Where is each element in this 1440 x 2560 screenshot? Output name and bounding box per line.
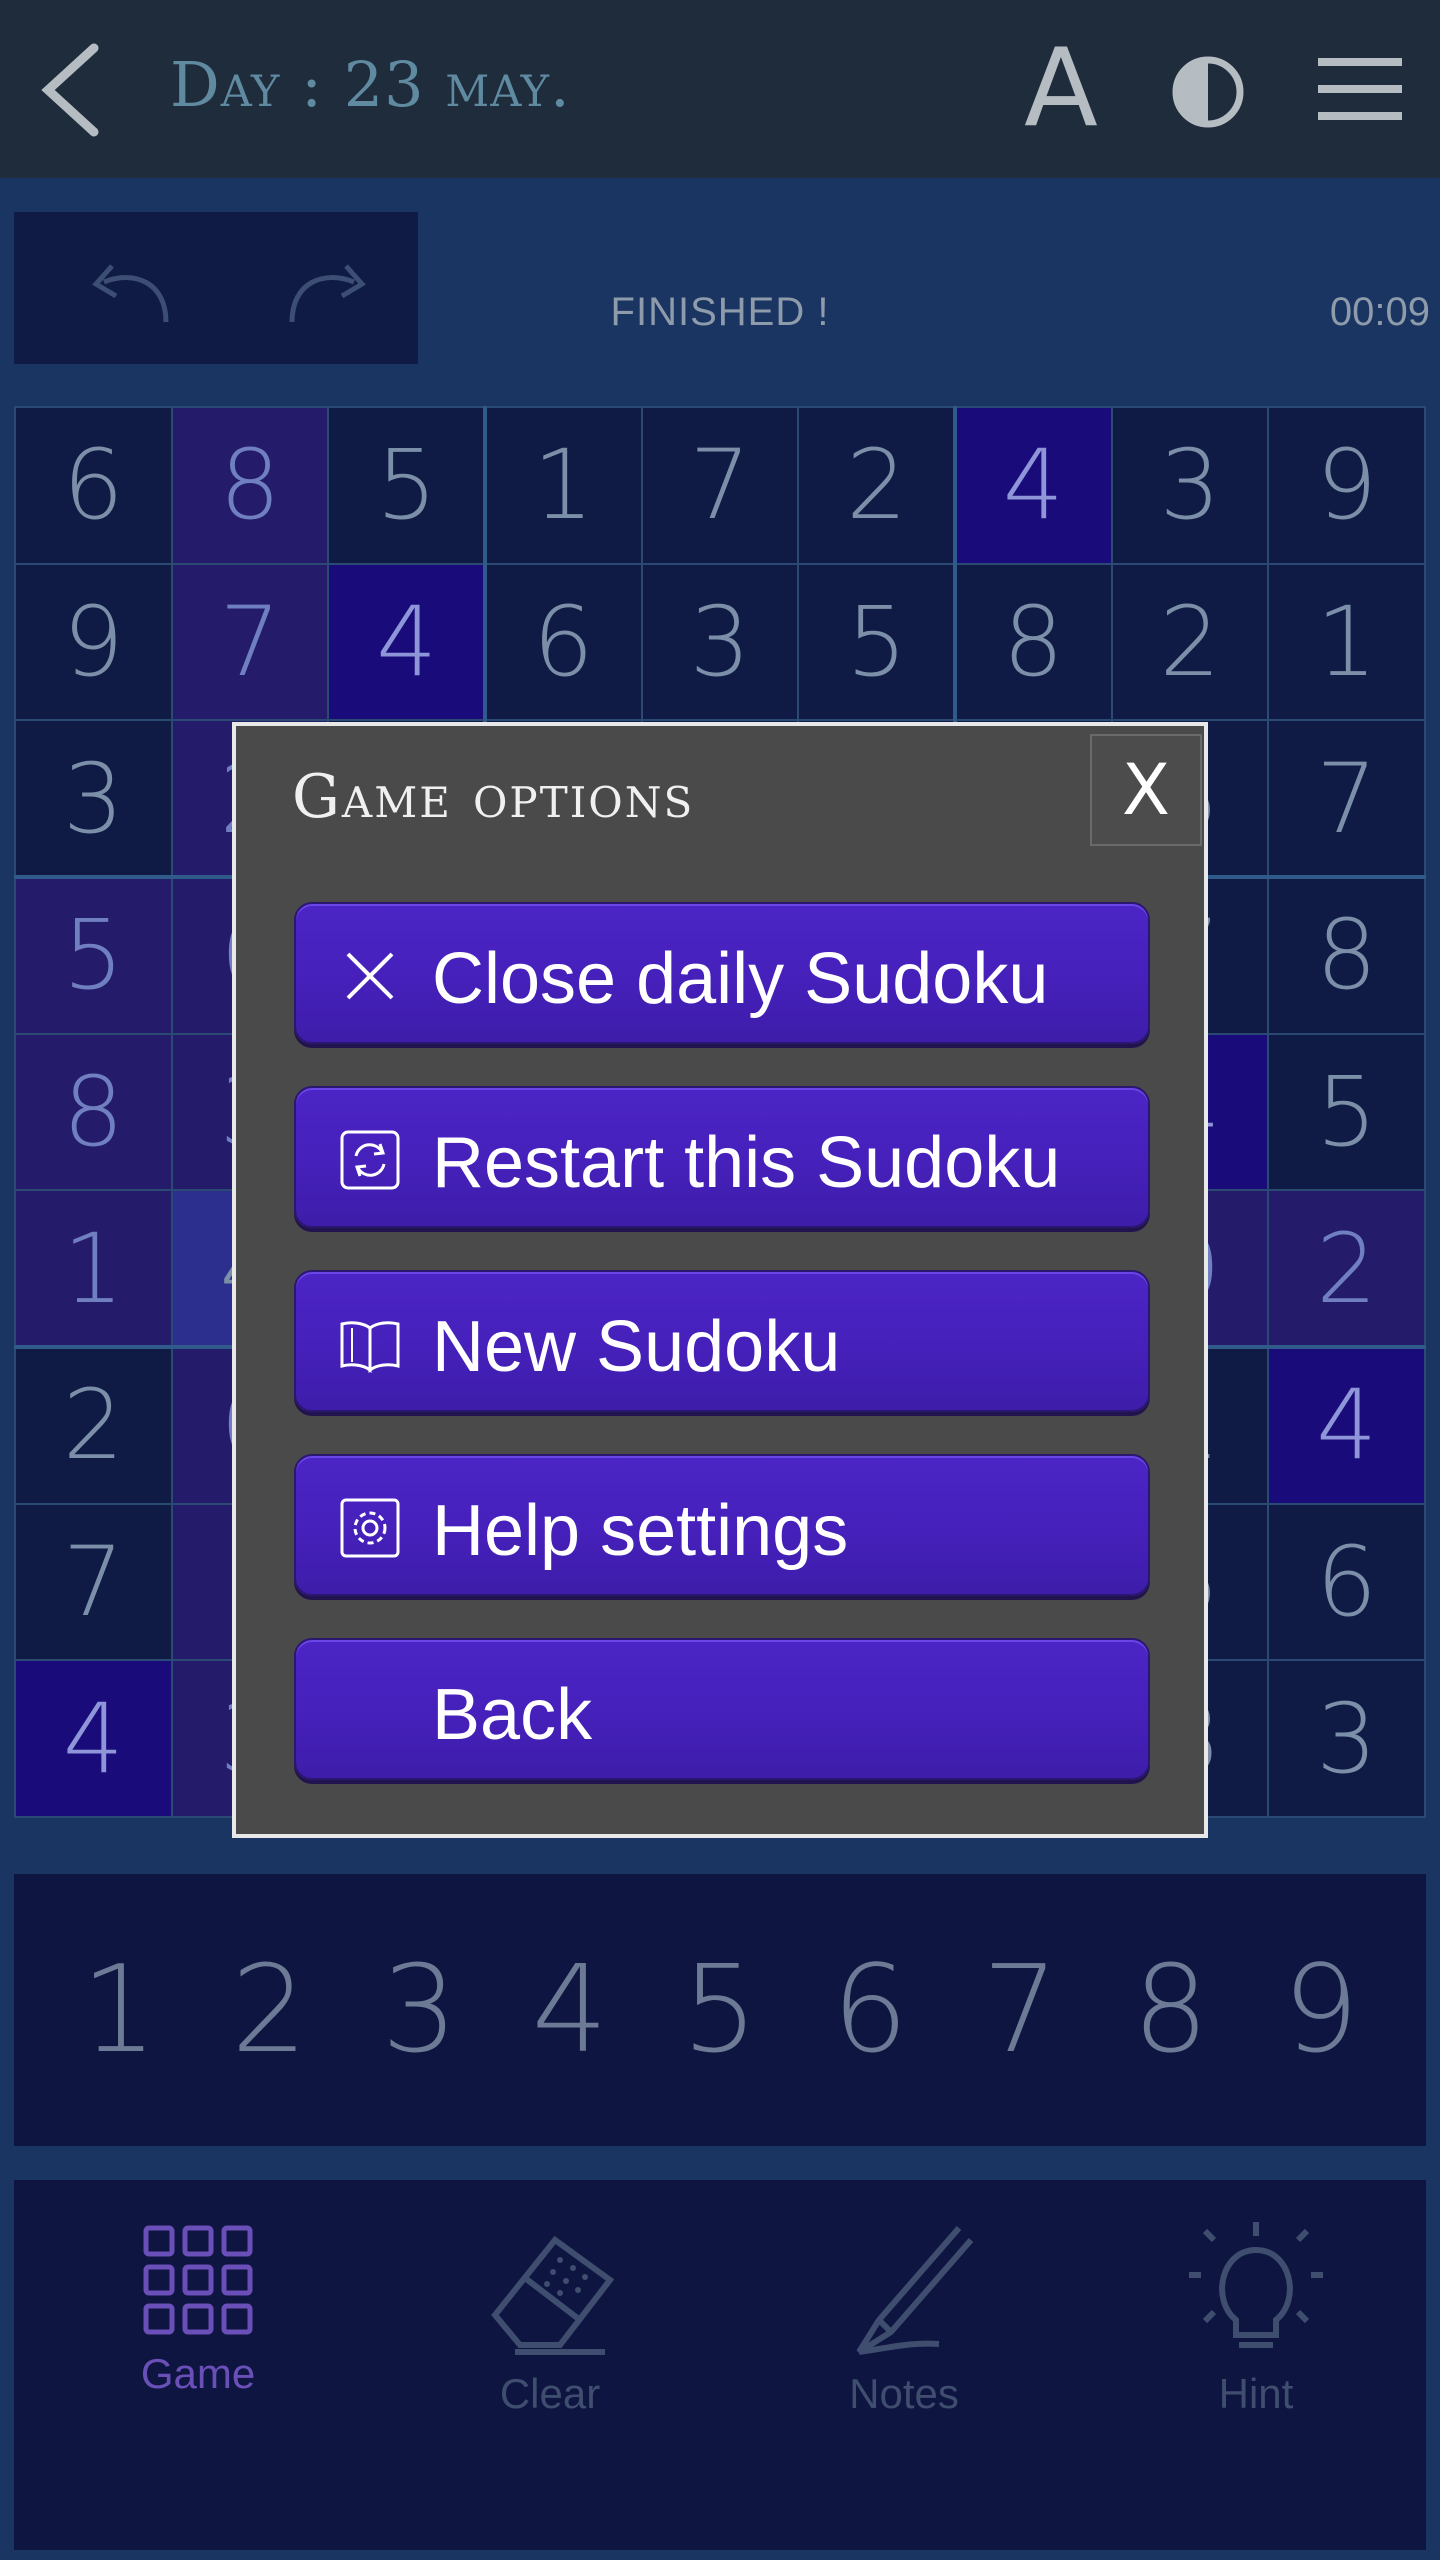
numpad-key-3[interactable]: 3: [360, 1941, 480, 2080]
numpad-key-4[interactable]: 4: [510, 1941, 630, 2080]
bottom-navigation: Game Clear Notes Hint: [14, 2180, 1426, 2550]
sudoku-cell-r4-c9[interactable]: 8: [1269, 878, 1424, 1033]
numpad-key-9[interactable]: 9: [1261, 1941, 1381, 2080]
eraser-icon: [491, 2235, 615, 2355]
nav-game[interactable]: Game: [68, 2220, 328, 2520]
back-label: Back: [432, 1675, 593, 1755]
sudoku-cell-r5-c9[interactable]: 5: [1269, 1034, 1424, 1190]
sudoku-cell-r9-c9[interactable]: 3: [1269, 1661, 1424, 1816]
sudoku-cell-r2-c2[interactable]: 7: [172, 564, 328, 720]
numpad-key-1[interactable]: 1: [59, 1941, 179, 2080]
game-options-dialog: Game options X Close daily Sudoku Restar…: [232, 722, 1208, 1838]
font-size-icon[interactable]: A: [1020, 34, 1102, 144]
close-daily-sudoku-button[interactable]: Close daily Sudoku: [294, 902, 1150, 1044]
sudoku-cell-r6-c9[interactable]: 2: [1269, 1191, 1424, 1346]
numpad-key-8[interactable]: 8: [1111, 1941, 1231, 2080]
sudoku-cell-r7-c1[interactable]: 2: [16, 1348, 171, 1503]
sudoku-cell-r1-c5[interactable]: 7: [642, 408, 798, 563]
sudoku-cell-r2-c8[interactable]: 2: [1112, 564, 1268, 720]
close-icon: [346, 952, 394, 1000]
numpad-key-5[interactable]: 5: [660, 1941, 780, 2080]
sudoku-cell-r1-c8[interactable]: 3: [1112, 408, 1268, 563]
sudoku-cell-r6-c1[interactable]: 1: [16, 1191, 171, 1346]
sudoku-cell-r2-c5[interactable]: 3: [642, 564, 798, 720]
sudoku-cell-r2-c9[interactable]: 1: [1269, 564, 1424, 720]
numpad-key-6[interactable]: 6: [810, 1941, 930, 2080]
sudoku-cell-r2-c3[interactable]: 4: [329, 564, 484, 720]
sudoku-cell-r3-c9[interactable]: 7: [1269, 721, 1424, 876]
restart-sudoku-button[interactable]: Restart this Sudoku: [294, 1086, 1150, 1228]
back-arrow-icon[interactable]: [36, 40, 106, 140]
nav-notes-label: Notes: [849, 2370, 959, 2417]
undo-redo-panel: [14, 212, 418, 364]
undo-icon[interactable]: [74, 252, 184, 332]
nav-hint-label: Hint: [1218, 2370, 1294, 2417]
sudoku-cell-r8-c1[interactable]: 7: [16, 1504, 171, 1660]
sudoku-cell-r3-c1[interactable]: 3: [16, 721, 171, 876]
help-settings-label: Help settings: [432, 1491, 849, 1571]
nav-clear-label: Clear: [499, 2370, 601, 2417]
sudoku-cell-r1-c3[interactable]: 5: [329, 408, 484, 563]
sudoku-cell-r2-c1[interactable]: 9: [16, 564, 171, 720]
back-button[interactable]: Back: [294, 1638, 1150, 1780]
sudoku-cell-r1-c2[interactable]: 8: [172, 408, 328, 563]
dialog-close-button[interactable]: X: [1090, 734, 1202, 846]
gear-icon: [340, 1498, 400, 1558]
number-pad: 123456789: [14, 1874, 1426, 2146]
game-timer: 00:09: [1329, 290, 1430, 334]
contrast-icon[interactable]: [1170, 54, 1246, 130]
pencil-icon: [856, 2226, 974, 2355]
restart-sudoku-label: Restart this Sudoku: [432, 1123, 1061, 1203]
nav-game-label: Game: [140, 2350, 256, 2397]
new-sudoku-label: New Sudoku: [432, 1307, 841, 1387]
lightbulb-icon: [1189, 2222, 1323, 2348]
nav-notes[interactable]: Notes: [774, 2220, 1034, 2520]
dialog-title: Game options: [292, 762, 695, 832]
sudoku-cell-r8-c9[interactable]: 6: [1269, 1504, 1424, 1660]
app-bar: Day : 23 may. A: [0, 0, 1440, 178]
page-title: Day : 23 may.: [170, 48, 571, 121]
sudoku-cell-r2-c4[interactable]: 6: [486, 564, 641, 720]
sudoku-cell-r1-c6[interactable]: 2: [799, 408, 954, 563]
restart-icon: [340, 1130, 400, 1190]
numpad-key-7[interactable]: 7: [960, 1941, 1080, 2080]
book-icon: [340, 1321, 400, 1373]
sudoku-cell-r5-c1[interactable]: 8: [16, 1034, 171, 1190]
numpad-key-2[interactable]: 2: [209, 1941, 329, 2080]
game-status: FINISHED !: [610, 290, 830, 334]
menu-icon[interactable]: [1318, 56, 1402, 122]
close-daily-sudoku-label: Close daily Sudoku: [432, 939, 1049, 1019]
sudoku-cell-r4-c1[interactable]: 5: [16, 878, 171, 1033]
sudoku-cell-r2-c7[interactable]: 8: [956, 564, 1111, 720]
sudoku-cell-r1-c4[interactable]: 1: [486, 408, 641, 563]
sudoku-cell-r7-c9[interactable]: 4: [1269, 1348, 1424, 1503]
redo-icon[interactable]: [274, 252, 384, 332]
sudoku-cell-r1-c9[interactable]: 9: [1269, 408, 1424, 563]
grid-icon: [143, 2225, 253, 2335]
sudoku-cell-r1-c7[interactable]: 4: [956, 408, 1111, 563]
sudoku-cell-r9-c1[interactable]: 4: [16, 1661, 171, 1816]
nav-clear[interactable]: Clear: [420, 2220, 680, 2520]
help-settings-button[interactable]: Help settings: [294, 1454, 1150, 1596]
sudoku-cell-r1-c1[interactable]: 6: [16, 408, 171, 563]
sudoku-cell-r2-c6[interactable]: 5: [799, 564, 954, 720]
nav-hint[interactable]: Hint: [1126, 2220, 1386, 2520]
new-sudoku-button[interactable]: New Sudoku: [294, 1270, 1150, 1412]
